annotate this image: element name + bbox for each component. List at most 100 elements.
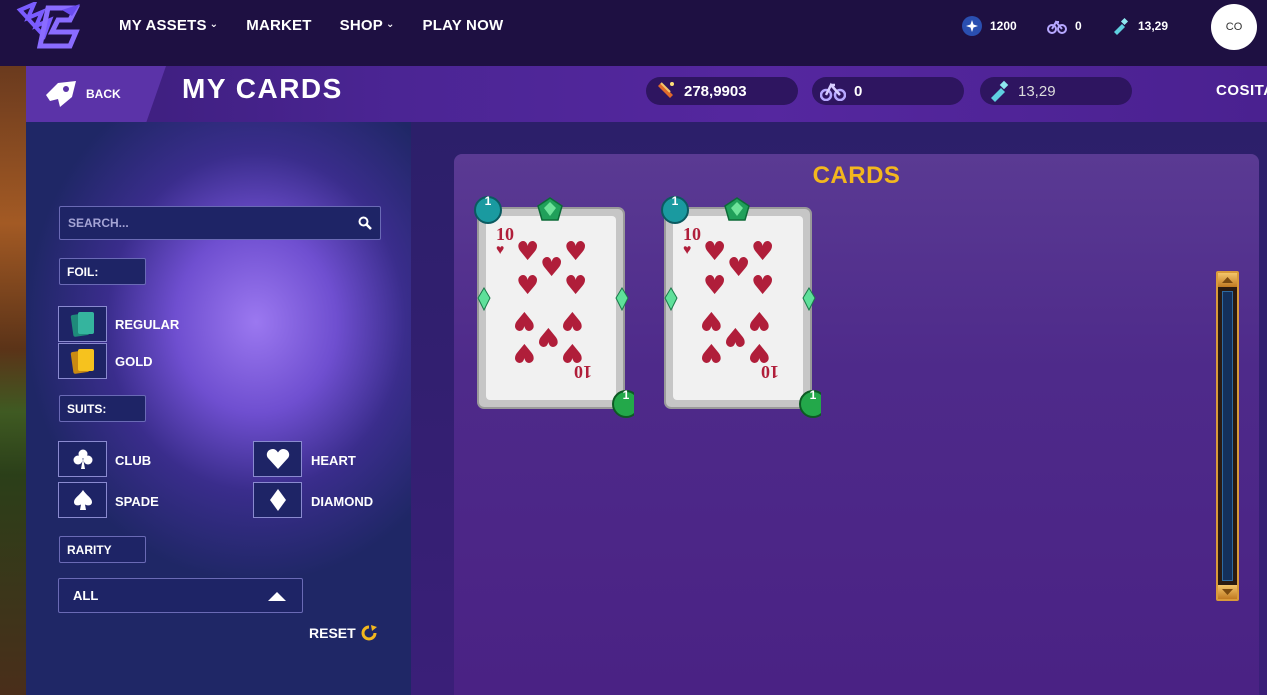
club-icon [73,449,92,469]
search-field[interactable] [59,206,381,240]
balance-firework-value: 278,9903 [684,82,747,100]
chevron-down-icon: ⌄ [209,19,219,30]
balance-bottle-value: 13,29 [1018,82,1056,100]
top-stat-bikes-value: 0 [1075,19,1082,33]
balance-firework: 278,9903 [646,77,798,105]
reset-button[interactable]: RESET [309,625,378,641]
card-ten-of-hearts: 10 ♥ 10 ♥ ♥ ♥ ♥ ♥ ♥ ♥ ♥ ♥ ♥ [474,196,634,418]
top-stat-stars: 1200 [962,14,1017,38]
suit-diamond-checkbox[interactable] [253,482,302,518]
chevron-down-icon: ⌄ [385,19,395,30]
balance-bike: 0 [812,77,964,105]
balance-bike-value: 0 [854,82,863,100]
username[interactable]: COSITA [1216,82,1267,99]
card-level-top: 1 [671,194,679,208]
svg-text:♥: ♥ [727,253,750,283]
reset-label: RESET [309,625,356,641]
nav-market[interactable]: MARKET [246,17,311,34]
cards-title: CARDS [812,162,901,189]
suit-club-label: CLUB [115,453,152,468]
svg-text:♥: ♥ [748,305,771,335]
search-input[interactable] [68,216,348,230]
suit-diamond-label: DIAMOND [311,494,374,509]
card-level-top: 1 [484,194,492,208]
card-stack-gold-icon [70,349,94,374]
nav-my-assets[interactable]: MY ASSETS ⌄ [119,17,218,34]
page-title: MY CARDS [182,73,343,104]
svg-text:♥: ♥ [703,237,726,267]
card-level-bottom: 1 [622,388,630,402]
rarity-label: RARITY [59,536,146,563]
foil-gold-label: GOLD [115,354,153,369]
avatar[interactable]: CO [1211,4,1257,50]
svg-text:♥: ♥ [561,305,584,335]
svg-text:♥: ♥ [564,237,587,267]
suit-club-checkbox[interactable] [58,441,107,477]
chevron-up-icon [268,592,286,601]
svg-text:♥: ♥ [516,271,539,301]
svg-text:♥: ♥ [516,237,539,267]
nav-my-assets-label: MY ASSETS [119,17,207,34]
bike-icon [1047,16,1067,36]
balance-bottle: 13,29 [980,77,1132,105]
firework-icon [654,80,676,102]
suits-label: SUITS: [59,395,146,422]
nav-shop-label: SHOP [339,17,383,34]
nav-shop[interactable]: SHOP ⌄ [340,17,395,34]
cards-panel: CARDS 10 ♥ 10 ♥ ♥ ♥ ♥ ♥ ♥ ♥ ♥ ♥ ♥ 1 1 10… [454,154,1259,695]
nav-play-now-label: PLAY NOW [422,17,504,34]
suit-heart-checkbox[interactable] [253,441,302,477]
filter-sidebar: FOIL: REGULAR GOLD SUITS: CLUB HEART SPA… [26,122,411,695]
spade-icon [73,490,92,510]
svg-text:♥: ♥ [496,241,504,257]
logo-icon[interactable] [14,2,86,52]
avatar-initials: CO [1225,21,1243,33]
foil-gold-checkbox[interactable] [58,343,107,379]
top-stat-bottles: 13,29 [1110,14,1168,38]
svg-text:♥: ♥ [751,237,774,267]
card-item[interactable]: 10 ♥ 10 ♥ ♥ ♥ ♥ ♥ ♥ ♥ ♥ ♥ ♥ 1 1 [661,194,821,418]
rarity-dropdown[interactable]: ALL [58,578,303,613]
svg-text:♥: ♥ [564,271,587,301]
svg-text:♥: ♥ [748,337,771,367]
diamond-icon [269,489,286,511]
svg-text:♥: ♥ [537,321,560,351]
cards-scrollbar[interactable] [1216,271,1239,601]
scroll-up-arrow[interactable] [1218,273,1237,287]
bottle-icon [988,80,1010,102]
scroll-down-arrow[interactable] [1218,585,1237,599]
card-level-bottom: 1 [809,388,817,402]
reset-arrow-icon [361,625,377,641]
rocket-icon [46,81,76,107]
foil-regular-label: REGULAR [115,317,180,332]
top-stat-bikes: 0 [1047,14,1082,38]
star-badge-icon [962,16,982,36]
scroll-track[interactable] [1222,291,1233,581]
top-navbar: MY ASSETS ⌄ MARKET SHOP ⌄ PLAY NOW 1200 … [0,0,1267,66]
nav-play-now[interactable]: PLAY NOW [423,17,504,34]
top-stat-stars-value: 1200 [990,19,1017,33]
card-stack-teal-icon [70,312,94,337]
top-stat-bottles-value: 13,29 [1138,19,1169,33]
back-button[interactable]: BACK [26,66,166,122]
svg-text:♥: ♥ [683,241,691,257]
card-item[interactable]: 10 ♥ 10 ♥ ♥ ♥ ♥ ♥ ♥ ♥ ♥ ♥ ♥ 1 1 [474,194,634,418]
suit-spade-checkbox[interactable] [58,482,107,518]
svg-text:♥: ♥ [540,253,563,283]
search-icon[interactable] [358,216,372,230]
svg-text:♥: ♥ [751,271,774,301]
nav-market-label: MARKET [246,17,312,34]
svg-text:♥: ♥ [700,305,723,335]
svg-text:♥: ♥ [561,337,584,367]
back-label: BACK [86,87,121,101]
suit-spade-label: SPADE [115,494,159,509]
page-header: BACK MY CARDS 278,9903 0 13,29 COSITA [26,66,1267,122]
bike-icon [820,81,846,101]
svg-text:♥: ♥ [700,337,723,367]
svg-text:♥: ♥ [703,271,726,301]
foil-regular-checkbox[interactable] [58,306,107,342]
svg-text:♥: ♥ [513,337,536,367]
bottle-icon [1110,16,1130,36]
rarity-selected-value: ALL [73,588,99,603]
foil-label: FOIL: [59,258,146,285]
